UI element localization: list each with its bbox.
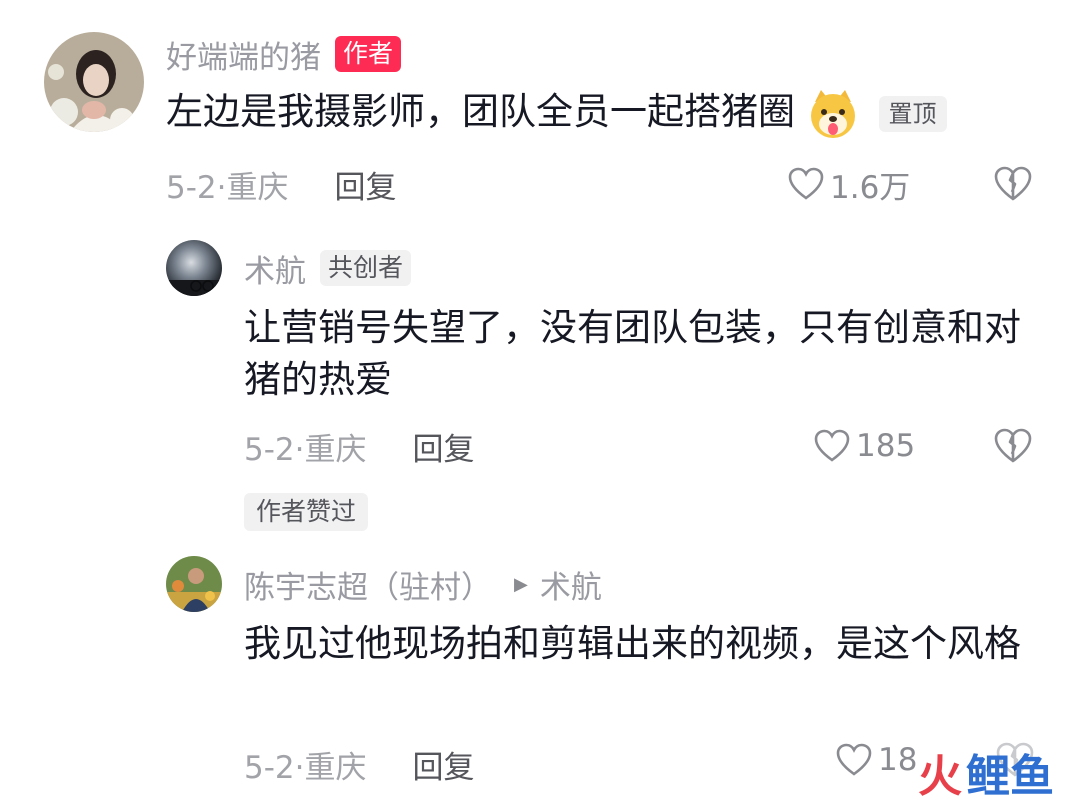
reply-button[interactable]: 回复 bbox=[413, 424, 475, 469]
watermark-glyph: 火 bbox=[918, 751, 962, 802]
avatar[interactable] bbox=[44, 32, 144, 132]
cocreator-badge: 共创者 bbox=[320, 250, 412, 286]
comment-body: 左边是我摄影师，团队全员一起搭猪圈 bbox=[166, 90, 795, 133]
broken-heart-icon[interactable] bbox=[994, 166, 1032, 202]
dislike-button[interactable] bbox=[994, 166, 1032, 206]
comment-text: 我见过他现场拍和剪辑出来的视频，是这个风格 bbox=[244, 618, 1024, 670]
reply-button[interactable]: 回复 bbox=[335, 162, 397, 207]
username-text[interactable]: 好端端的猪 bbox=[166, 32, 321, 77]
broken-heart-icon[interactable] bbox=[994, 428, 1032, 464]
reply-button[interactable]: 回复 bbox=[413, 742, 475, 787]
comment-username[interactable]: 术航 共创者 bbox=[244, 246, 412, 291]
like-count: 18 bbox=[878, 742, 918, 778]
heart-icon[interactable] bbox=[814, 429, 850, 463]
heart-icon[interactable] bbox=[836, 743, 872, 777]
like-count: 185 bbox=[856, 428, 916, 464]
comment-meta: 5-2·重庆 回复 bbox=[244, 424, 475, 468]
comment-username[interactable]: 好端端的猪 作者 bbox=[166, 32, 402, 77]
username-text[interactable]: 术航 bbox=[244, 246, 306, 291]
dislike-button[interactable] bbox=[994, 428, 1032, 468]
avatar[interactable] bbox=[166, 556, 222, 612]
comment-body: 让营销号失望了，没有团队包装，只有创意和对猪的热爱 bbox=[244, 306, 1021, 401]
like-count: 1.6万 bbox=[830, 169, 911, 206]
comment-body: 我见过他现场拍和剪辑出来的视频，是这个风格 bbox=[244, 622, 1021, 665]
comment-date: 5-2·重庆 bbox=[166, 169, 289, 206]
author-liked-tag: 作者赞过 bbox=[244, 493, 369, 531]
like-button[interactable]: 1.6万 bbox=[788, 162, 910, 206]
heart-icon[interactable] bbox=[788, 167, 824, 201]
comment-date: 5-2·重庆 bbox=[244, 749, 367, 786]
username-text[interactable]: 陈宇志超（驻村） bbox=[244, 562, 492, 607]
comment-text: 左边是我摄影师，团队全员一起搭猪圈 置顶 bbox=[166, 86, 1046, 140]
author-badge: 作者 bbox=[335, 36, 402, 72]
watermark-text: 鲤鱼 bbox=[966, 751, 1054, 802]
comment-username[interactable]: 陈宇志超（驻村） ▶ 术航 bbox=[244, 562, 602, 606]
comment-meta: 5-2·重庆 回复 bbox=[166, 162, 397, 206]
like-button[interactable]: 185 bbox=[814, 424, 915, 468]
watermark-logo: 火 鲤鱼 bbox=[918, 740, 1054, 804]
comment-date: 5-2·重庆 bbox=[244, 431, 367, 468]
pinned-tag: 置顶 bbox=[878, 95, 947, 132]
reply-arrow-icon: ▶ bbox=[514, 573, 528, 595]
dog-emoji-icon bbox=[807, 88, 859, 140]
comment-meta: 5-2·重庆 回复 bbox=[244, 742, 475, 786]
like-button[interactable]: 18 bbox=[836, 738, 917, 782]
avatar[interactable] bbox=[166, 240, 222, 296]
reply-to-username[interactable]: 术航 bbox=[540, 562, 602, 607]
comment-text: 让营销号失望了，没有团队包装，只有创意和对猪的热爱 bbox=[244, 302, 1024, 406]
